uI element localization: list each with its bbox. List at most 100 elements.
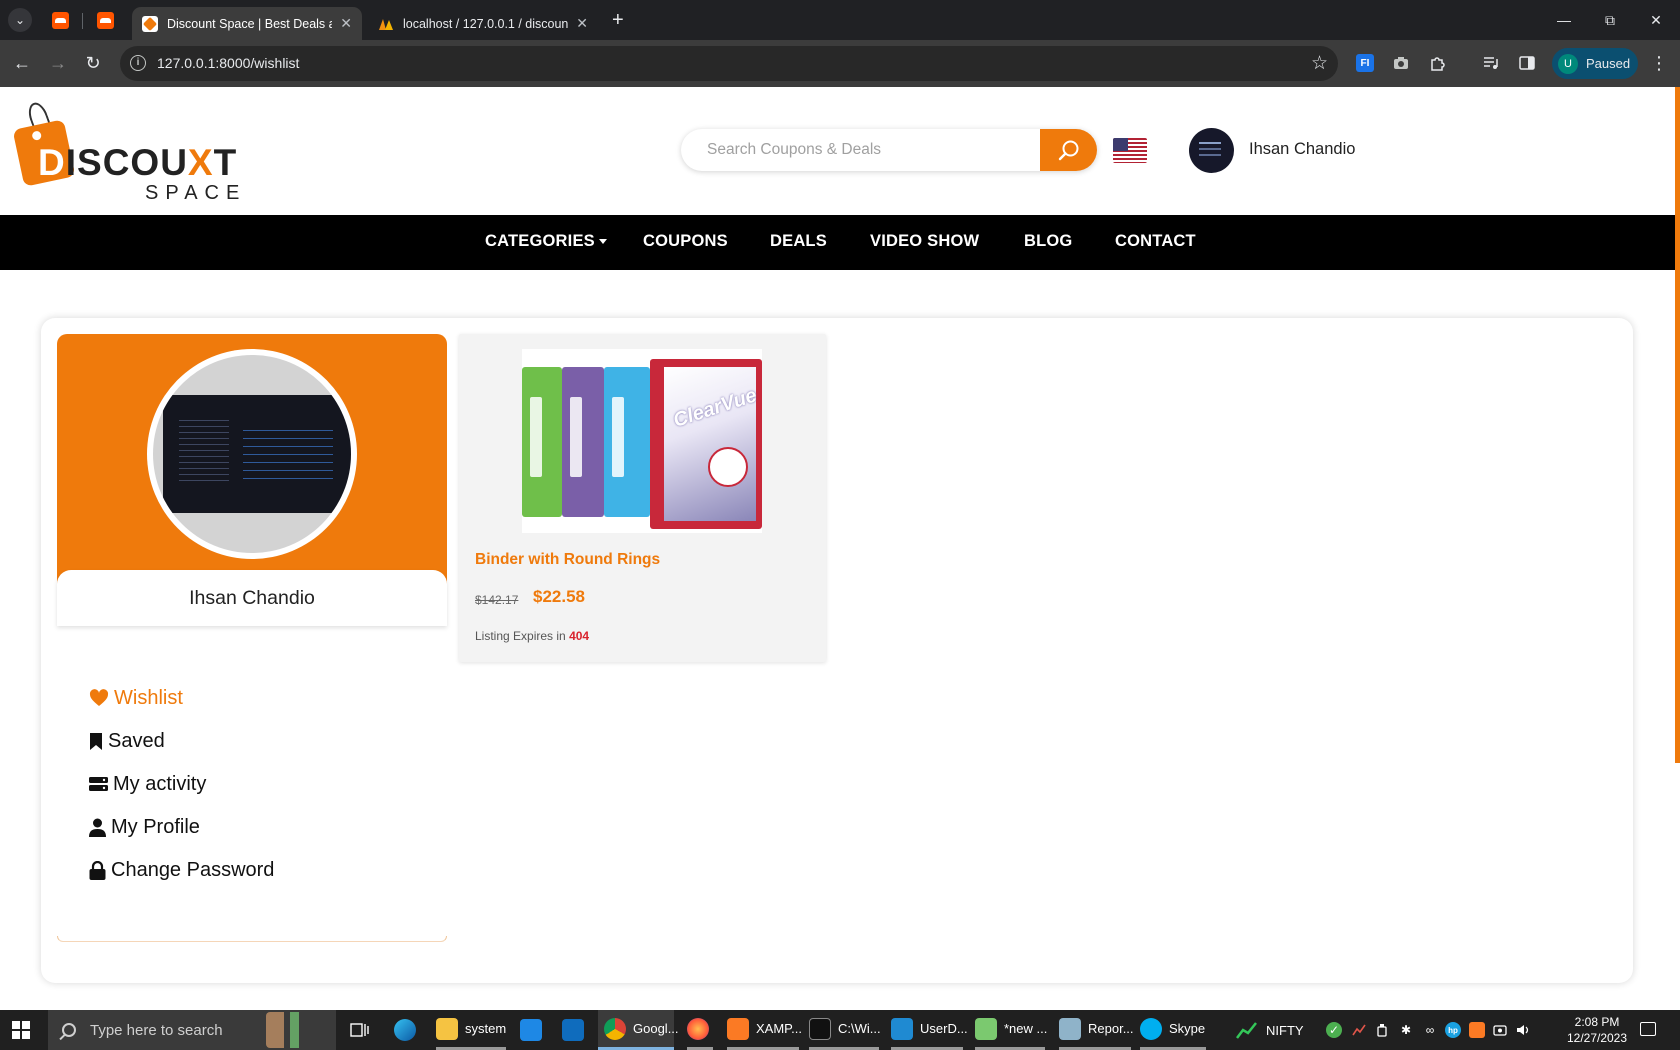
tray-check-icon[interactable]: ✓: [1326, 1022, 1342, 1038]
web-page: DISCOUXT SPACE Ihsan Chandio CATEGORIES …: [0, 87, 1680, 1010]
notifications-icon[interactable]: [1640, 1022, 1656, 1036]
user-avatar[interactable]: [1189, 128, 1234, 173]
taskbar-search[interactable]: Type here to search: [48, 1010, 336, 1050]
tray-settings-icon[interactable]: ✱: [1398, 1022, 1414, 1038]
close-window-button[interactable]: ✕: [1633, 6, 1679, 34]
tab-phpmyadmin[interactable]: localhost / 127.0.0.1 / discount_ ✕: [368, 7, 598, 40]
volume-icon[interactable]: [1515, 1022, 1531, 1038]
site-search: [681, 129, 1097, 171]
side-panel-icon[interactable]: [1517, 53, 1537, 73]
new-tab-button[interactable]: +: [612, 8, 624, 32]
browser-menu-icon[interactable]: ⋮: [1650, 53, 1668, 74]
menu-my-profile[interactable]: My Profile: [89, 813, 200, 841]
app-label: system: [465, 1021, 507, 1036]
hp-icon[interactable]: hp: [1445, 1022, 1461, 1038]
extension-fi-icon[interactable]: FI: [1356, 54, 1374, 72]
reload-button[interactable]: ↻: [80, 50, 106, 76]
bookmark-icon: [90, 732, 102, 750]
nav-coupons[interactable]: COUPONS: [643, 232, 728, 251]
search-icon: [1058, 140, 1078, 161]
restore-button[interactable]: ⧉: [1587, 6, 1633, 34]
windows-taskbar: Type here to search system Googl... XAMP…: [0, 1010, 1680, 1050]
edge-app[interactable]: [394, 1010, 423, 1050]
firefox-icon: [687, 1017, 709, 1040]
menu-my-activity[interactable]: My activity: [89, 770, 206, 798]
search-input[interactable]: [681, 129, 1041, 171]
system-clock[interactable]: 2:08 PM 12/27/2023: [1563, 1014, 1631, 1046]
taskbar-app-xampp[interactable]: XAMP...: [727, 1010, 802, 1050]
app-label: Skype: [1169, 1021, 1206, 1036]
terminal-icon: [809, 1017, 831, 1040]
bookmark-star-icon[interactable]: ☆: [1311, 52, 1328, 75]
camera-icon[interactable]: [1492, 1022, 1508, 1038]
soundcloud-icon: [96, 11, 114, 29]
tray-xampp-icon[interactable]: [1469, 1022, 1485, 1038]
profile-picture[interactable]: [147, 349, 357, 559]
nav-deals[interactable]: DEALS: [770, 232, 827, 251]
site-info-icon[interactable]: i: [130, 55, 146, 71]
product-image[interactable]: ClearVue: [522, 349, 762, 533]
task-view-button[interactable]: [350, 1010, 370, 1050]
menu-saved[interactable]: Saved: [89, 727, 165, 755]
extensions-puzzle-icon[interactable]: [1428, 53, 1448, 73]
tab-search-button[interactable]: ⌄: [8, 8, 32, 32]
taskbar-app-skype[interactable]: Skype: [1140, 1010, 1206, 1050]
mail-app[interactable]: [562, 1010, 591, 1050]
menu-change-password[interactable]: Change Password: [89, 856, 274, 884]
binder-red: ClearVue: [650, 359, 762, 529]
url-text[interactable]: 127.0.0.1:8000/wishlist: [157, 55, 299, 71]
camera-extension-icon[interactable]: [1391, 53, 1411, 73]
taskbar-app-vscode[interactable]: UserD...: [891, 1010, 968, 1050]
header-user-name[interactable]: Ihsan Chandio: [1249, 140, 1355, 159]
start-button[interactable]: [12, 1021, 30, 1039]
product-old-price: $142.17: [475, 593, 519, 607]
address-bar[interactable]: i 127.0.0.1:8000/wishlist ☆: [120, 46, 1338, 81]
search-button[interactable]: [1040, 129, 1097, 171]
xampp-icon: [727, 1017, 749, 1040]
product-title[interactable]: Binder with Round Rings: [475, 551, 660, 569]
pinned-tab-soundcloud[interactable]: [42, 8, 78, 32]
wishlist-product-card[interactable]: ClearVue Binder with Round Rings $142.17…: [459, 334, 826, 662]
chrome-icon: [604, 1017, 626, 1040]
taskbar-app-report[interactable]: Repor...: [1059, 1010, 1134, 1050]
vscode-icon: [891, 1017, 913, 1040]
binder-green: [522, 367, 562, 517]
store-app[interactable]: [520, 1010, 549, 1050]
expiry-label: Listing Expires in: [475, 629, 566, 643]
tray-sync-icon[interactable]: ∞: [1422, 1022, 1438, 1038]
us-flag-icon[interactable]: [1113, 138, 1147, 163]
taskbar-app-system[interactable]: system: [436, 1010, 506, 1050]
close-tab-icon[interactable]: ✕: [576, 15, 588, 32]
page-scrollbar[interactable]: [1675, 87, 1680, 763]
taskbar-app-chrome[interactable]: Googl...: [598, 1010, 679, 1050]
close-tab-icon[interactable]: ✕: [340, 15, 352, 32]
pinned-tab-soundcloud-2[interactable]: [87, 8, 123, 32]
taskbar-stock-widget[interactable]: NIFTY: [1236, 1010, 1304, 1050]
nav-video-show[interactable]: VIDEO SHOW: [870, 232, 979, 251]
profile-picture-image: [163, 395, 351, 513]
taskbar-app-terminal[interactable]: C:\Wi...: [809, 1010, 881, 1050]
menu-wishlist[interactable]: Wishlist: [89, 684, 183, 712]
media-control-icon[interactable]: [1481, 53, 1501, 73]
firefox-app[interactable]: [687, 1010, 713, 1050]
back-button[interactable]: ←: [9, 50, 35, 76]
search-icon: [62, 1023, 76, 1037]
profile-button[interactable]: U Paused: [1552, 48, 1638, 79]
nav-blog[interactable]: BLOG: [1024, 232, 1072, 251]
binder-blue: [604, 367, 650, 517]
tab-discount-space[interactable]: Discount Space | Best Deals and ✕: [132, 7, 362, 40]
search-highlight-image: [266, 1012, 326, 1048]
phpmyadmin-favicon: [379, 18, 393, 30]
logo-subtitle: SPACE: [145, 182, 247, 204]
browser-toolbar: ← → ↻ i 127.0.0.1:8000/wishlist ☆ FI U P…: [0, 40, 1680, 87]
usb-icon[interactable]: [1374, 1022, 1390, 1038]
nav-contact[interactable]: CONTACT: [1115, 232, 1196, 251]
minimize-button[interactable]: —: [1541, 6, 1587, 34]
taskbar-app-notepad[interactable]: *new ...: [975, 1010, 1047, 1050]
browser-tab-bar: ⌄ Discount Space | Best Deals and ✕ loca…: [0, 0, 1680, 40]
tray-graph-icon[interactable]: [1351, 1022, 1367, 1038]
site-logo[interactable]: DISCOUXT SPACE: [12, 99, 250, 204]
nav-categories[interactable]: CATEGORIES: [485, 232, 607, 251]
product-expiry: Listing Expires in 404: [475, 629, 589, 643]
forward-button[interactable]: →: [45, 50, 71, 76]
